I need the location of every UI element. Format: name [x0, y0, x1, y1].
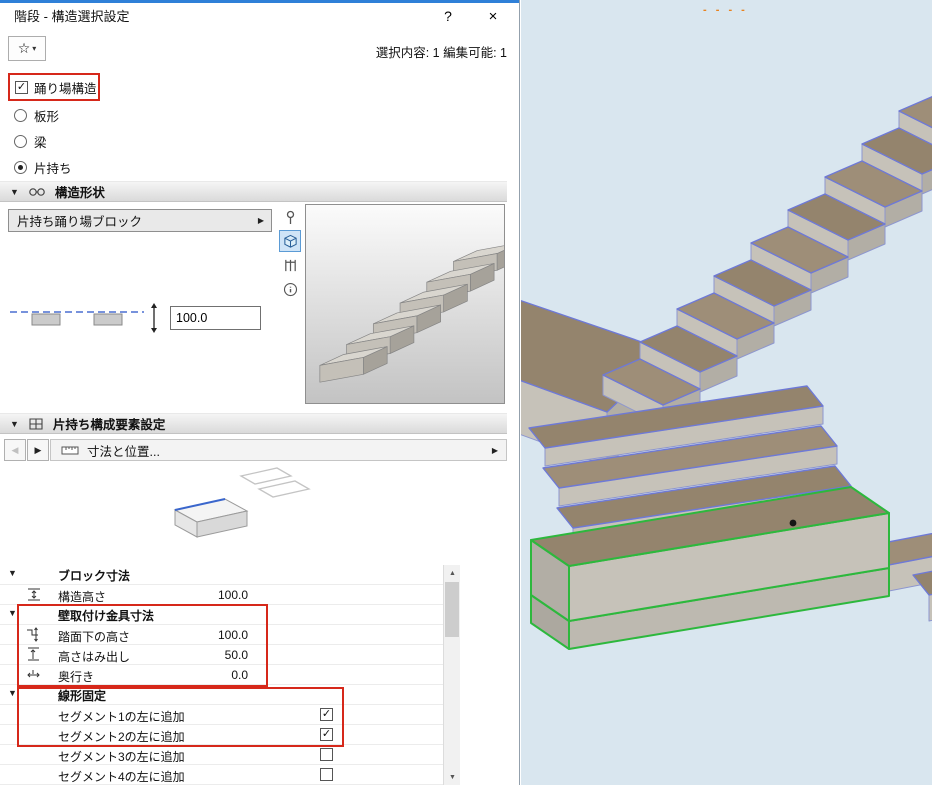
stair-structure-settings-dialog: 階段 - 構造選択設定 ? × ☆ ▾ 選択内容: 1 編集可能: 1 ✓ 踊り… — [0, 0, 520, 785]
table-row-value[interactable]: 0.0 — [158, 668, 248, 682]
collapse-arrow-icon[interactable]: ▼ — [8, 688, 17, 698]
table-row: セグメント3の左に追加 — [0, 745, 443, 765]
section-cantilever-components[interactable]: ▼ 片持ち構成要素設定 — [0, 413, 507, 434]
dimension-ticks: - - - - — [703, 4, 748, 16]
pin-icon[interactable] — [279, 206, 301, 228]
stair-preview-image — [305, 204, 505, 404]
segment-checkbox[interactable]: ✓ — [320, 708, 333, 721]
table-group-label: ブロック寸法 — [58, 567, 130, 584]
radio-label: 板形 — [34, 106, 59, 125]
collapse-arrow-icon: ▼ — [10, 419, 19, 429]
segment-checkbox[interactable] — [320, 768, 333, 781]
landing-structure-checkbox-group: ✓ 踊り場構造 — [8, 73, 100, 101]
scroll-up-icon[interactable]: ▲ — [444, 565, 461, 581]
table-row: 構造高さ 100.0 — [0, 585, 443, 605]
depth-icon — [26, 667, 48, 682]
help-button[interactable]: ? — [431, 3, 465, 30]
scroll-thumb[interactable] — [445, 582, 459, 637]
selection-info: 選択内容: 1 編集可能: 1 — [376, 42, 507, 61]
tab-dimensions-position[interactable]: 寸法と位置... ▶ — [50, 439, 507, 461]
radio-button-icon[interactable] — [14, 161, 27, 174]
section-title: 片持ち構成要素設定 — [53, 414, 166, 433]
radio-button-icon[interactable] — [14, 135, 27, 148]
table-row-label: 奥行き — [58, 668, 94, 685]
table-row-value[interactable]: 50.0 — [158, 648, 248, 662]
segment-checkbox[interactable] — [320, 748, 333, 761]
radio-option[interactable]: 板形 — [14, 102, 72, 128]
table-row-label: 踏面下の高さ — [58, 628, 130, 645]
viewport-3d[interactable]: - - - - — [521, 0, 932, 785]
offset-input[interactable] — [170, 306, 261, 330]
radio-option[interactable]: 梁 — [14, 128, 72, 154]
table-row[interactable]: ▼ 壁取付け金具寸法 — [0, 605, 443, 625]
table-row: 奥行き 0.0 — [0, 665, 443, 685]
block-type-dropdown[interactable]: 片持ち踊り場ブロック ▶ — [8, 209, 272, 232]
overhang-icon — [26, 647, 48, 662]
tab-label: 寸法と位置... — [87, 441, 160, 460]
offset-diagram — [8, 300, 162, 336]
table-row: セグメント2の左に追加 ✓ — [0, 725, 443, 745]
chevron-right-icon: ▶ — [258, 216, 264, 225]
section-title: 構造形状 — [55, 182, 105, 201]
collapse-arrow-icon[interactable]: ▼ — [8, 608, 17, 618]
table-row: セグメント4の左に追加 — [0, 765, 443, 785]
collapse-arrow-icon: ▼ — [10, 187, 19, 197]
tread-height-icon — [26, 627, 48, 642]
radio-label: 梁 — [34, 132, 47, 151]
settings-table: ▼ ブロック寸法構造高さ 100.0 ▼ 壁取付け金具寸法踏面下の高さ 100.0 高さはみ… — [0, 565, 443, 785]
radio-button-icon[interactable] — [14, 109, 27, 122]
close-button[interactable]: × — [471, 3, 515, 30]
table-row: セグメント1の左に追加 ✓ — [0, 705, 443, 725]
components-grid-icon — [28, 417, 44, 431]
table-row-label: セグメント1の左に追加 — [58, 708, 185, 725]
previous-page-button[interactable]: ◀ — [4, 439, 26, 461]
component-sketch — [145, 462, 335, 562]
dialog-titlebar[interactable]: 階段 - 構造選択設定 ? × — [0, 3, 519, 30]
chevron-down-icon: ▾ — [32, 44, 36, 53]
table-row-value[interactable]: 100.0 — [158, 588, 248, 602]
dropdown-value: 片持ち踊り場ブロック — [17, 211, 142, 230]
radio-option[interactable]: 片持ち — [14, 154, 72, 180]
landing-structure-label: 踊り場構造 — [34, 78, 97, 97]
structure-shape-icon — [28, 185, 46, 198]
chevron-right-icon: ▶ — [492, 446, 498, 455]
table-row-label: 高さはみ出し — [58, 648, 130, 665]
info-icon[interactable] — [279, 278, 301, 300]
height-dim-icon — [26, 587, 48, 602]
radio-label: 片持ち — [34, 158, 72, 177]
collapse-arrow-icon[interactable]: ▼ — [8, 568, 17, 578]
table-row: 踏面下の高さ 100.0 — [0, 625, 443, 645]
ruler-icon — [61, 443, 79, 458]
table-row[interactable]: ▼ ブロック寸法 — [0, 565, 443, 585]
table-row[interactable]: ▼ 線形固定 — [0, 685, 443, 705]
landing-structure-checkbox[interactable]: ✓ — [15, 81, 28, 94]
table-scrollbar[interactable]: ▲ ▼ — [443, 565, 460, 785]
star-icon: ☆ — [18, 40, 31, 57]
structure-type-radio-group: 板形梁片持ち — [14, 102, 72, 180]
table-row-label: セグメント4の左に追加 — [58, 768, 185, 785]
favorites-button[interactable]: ☆ ▾ — [8, 36, 46, 61]
table-group-label: 壁取付け金具寸法 — [58, 607, 154, 624]
stair-3d-model[interactable] — [521, 0, 932, 785]
section-structure-shape[interactable]: ▼ 構造形状 — [0, 181, 507, 202]
cube-3d-icon[interactable] — [279, 230, 301, 252]
segment-checkbox[interactable]: ✓ — [320, 728, 333, 741]
scroll-down-icon[interactable]: ▼ — [444, 769, 461, 785]
table-row: 高さはみ出し 50.0 — [0, 645, 443, 665]
table-row-value[interactable]: 100.0 — [158, 628, 248, 642]
dialog-title: 階段 - 構造選択設定 — [14, 3, 130, 30]
table-row-label: 構造高さ — [58, 588, 106, 605]
table-row-label: セグメント3の左に追加 — [58, 748, 185, 765]
next-page-button[interactable]: ▶ — [27, 439, 49, 461]
table-row-label: セグメント2の左に追加 — [58, 728, 185, 745]
app-window: 階段 - 構造選択設定 ? × ☆ ▾ 選択内容: 1 編集可能: 1 ✓ 踊り… — [0, 0, 932, 785]
table-group-label: 線形固定 — [58, 687, 106, 704]
railing-icon[interactable] — [279, 254, 301, 276]
